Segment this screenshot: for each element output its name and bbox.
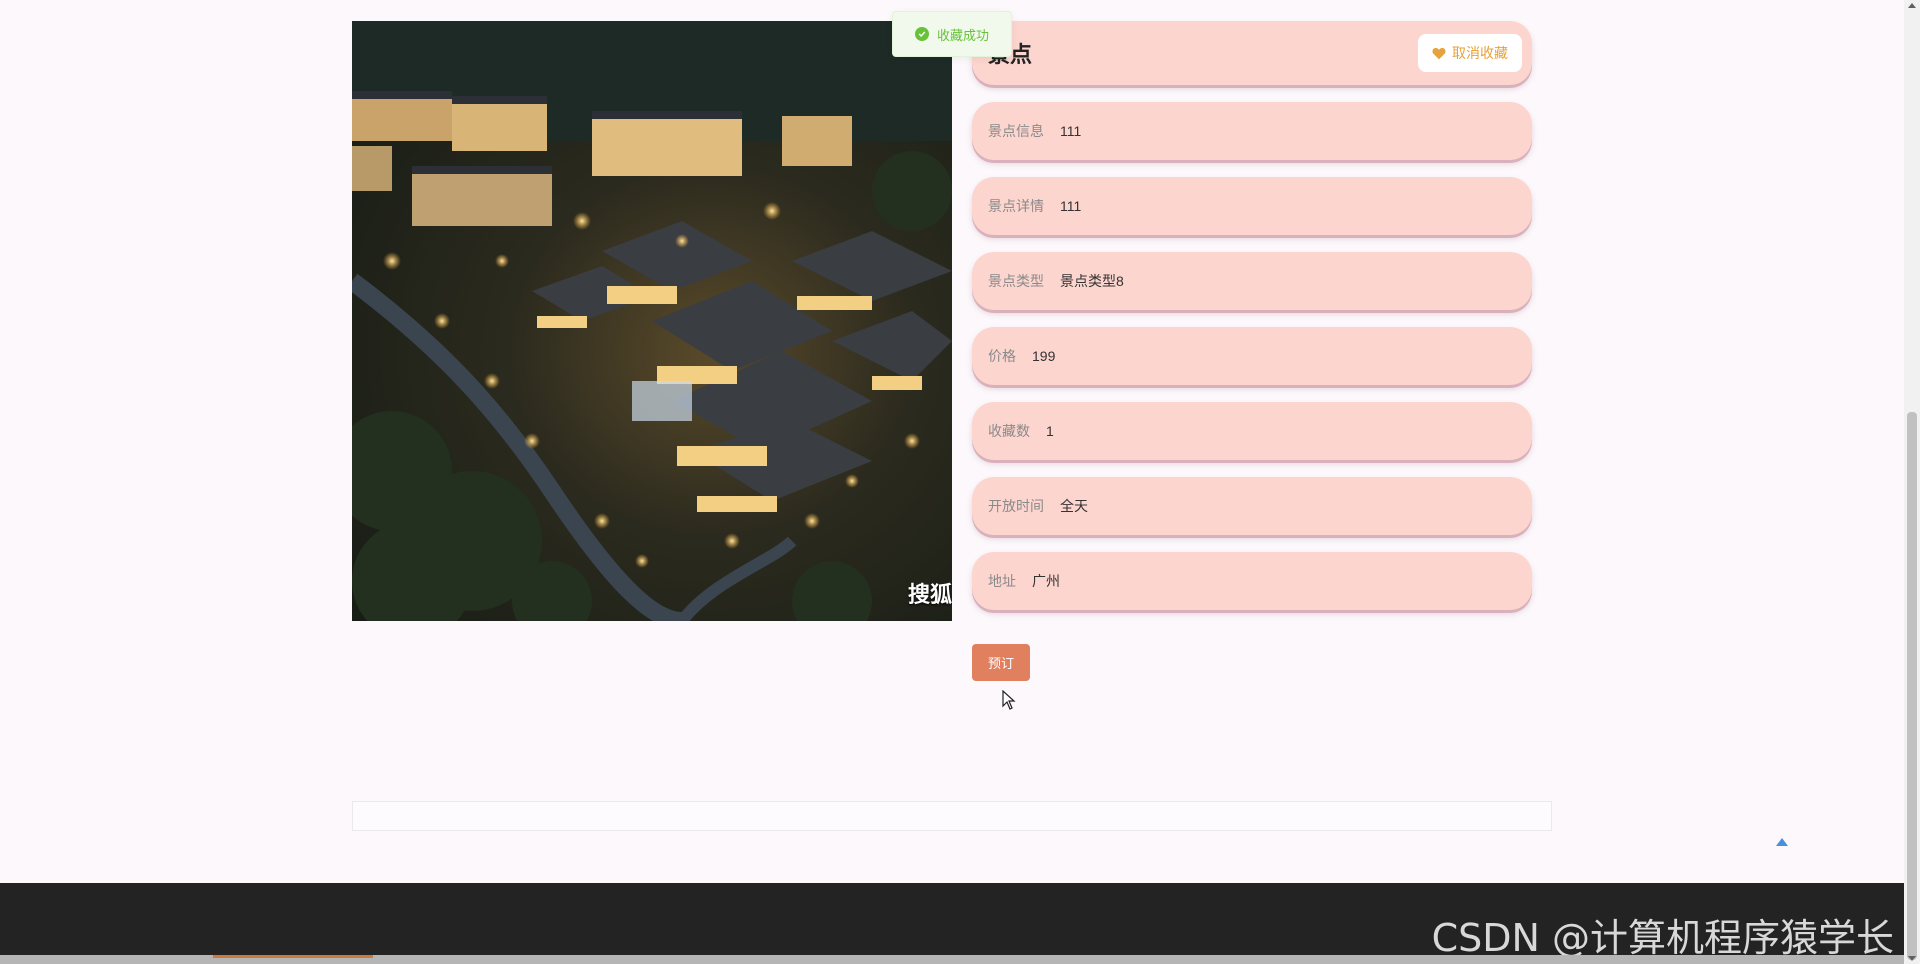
- title-bar: 景点 取消收藏: [972, 21, 1532, 85]
- field-detail: 景点详情 111: [972, 177, 1532, 235]
- field-label: 景点详情: [988, 198, 1044, 214]
- field-label: 景点类型: [988, 273, 1044, 289]
- unfavorite-button[interactable]: 取消收藏: [1418, 34, 1522, 72]
- field-label: 开放时间: [988, 498, 1044, 514]
- vertical-scrollbar[interactable]: [1904, 0, 1920, 964]
- mouse-cursor-icon: [1002, 690, 1016, 710]
- field-type: 景点类型 景点类型8: [972, 252, 1532, 310]
- scroll-up-arrow-icon[interactable]: [1908, 3, 1916, 8]
- field-label: 地址: [988, 573, 1016, 589]
- horizontal-scrollbar-thumb[interactable]: [213, 955, 373, 958]
- resort-night-photo: [352, 21, 952, 621]
- field-value: 199: [1032, 348, 1056, 364]
- content-divider: [352, 801, 1552, 831]
- field-label: 收藏数: [988, 423, 1030, 439]
- page: 搜狐 景点 取消收藏 景点信息 111 景点详情 111 景点类型 景点类型8 …: [0, 0, 1920, 964]
- book-button[interactable]: 预订: [972, 644, 1030, 681]
- field-value: 广州: [1032, 573, 1060, 589]
- field-label: 景点信息: [988, 123, 1044, 139]
- field-favorite-count: 收藏数 1: [972, 402, 1532, 460]
- field-price: 价格 199: [972, 327, 1532, 385]
- vertical-scrollbar-thumb[interactable]: [1907, 412, 1917, 960]
- field-value: 全天: [1060, 498, 1088, 514]
- field-address: 地址 广州: [972, 552, 1532, 610]
- attraction-details: 景点 取消收藏 景点信息 111 景点详情 111 景点类型 景点类型8 价格 …: [972, 21, 1532, 610]
- field-info: 景点信息 111: [972, 102, 1532, 160]
- back-to-top-icon[interactable]: [1776, 838, 1788, 846]
- footer: CSDN @计算机程序猿学长: [0, 883, 1904, 964]
- image-caption: 搜狐: [907, 583, 952, 608]
- field-label: 价格: [988, 348, 1016, 364]
- field-value: 111: [1060, 198, 1082, 214]
- toast-text: 收藏成功: [936, 27, 989, 43]
- scroll-down-arrow-icon[interactable]: [1908, 956, 1916, 961]
- success-toast: 收藏成功: [892, 11, 1012, 57]
- watermark-text: CSDN @计算机程序猿学长: [1431, 916, 1894, 960]
- field-value: 景点类型8: [1060, 273, 1124, 289]
- field-open-time: 开放时间 全天: [972, 477, 1532, 535]
- field-value: 111: [1060, 123, 1082, 139]
- check-circle-icon: [914, 27, 929, 41]
- attraction-image: 搜狐: [352, 21, 952, 621]
- heart-icon: [1432, 47, 1446, 59]
- unfavorite-label: 取消收藏: [1452, 45, 1508, 61]
- field-value: 1: [1046, 423, 1054, 439]
- horizontal-scrollbar[interactable]: [0, 955, 1904, 964]
